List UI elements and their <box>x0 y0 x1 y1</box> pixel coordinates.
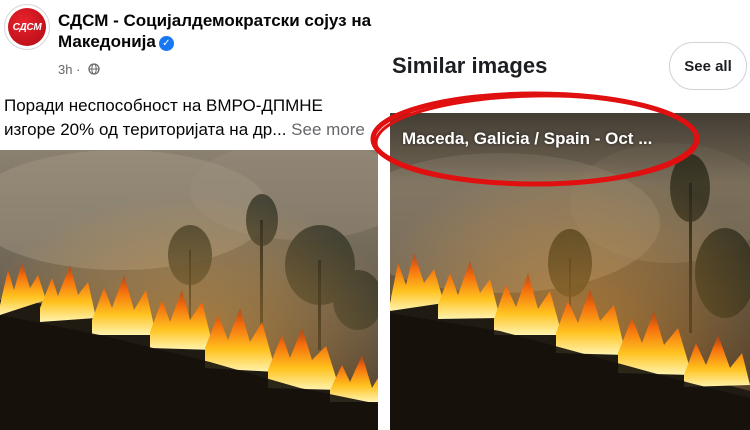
panel-divider <box>378 0 388 430</box>
wildfire-photo <box>0 150 378 430</box>
see-more-link[interactable]: See more <box>291 120 365 139</box>
page-avatar[interactable]: СДСМ <box>4 4 50 50</box>
verified-badge-icon: ✓ <box>158 36 174 51</box>
sdsm-logo: СДСМ <box>8 8 46 46</box>
similar-image-result[interactable] <box>390 113 750 430</box>
post-image-wildfire[interactable] <box>0 150 378 430</box>
similar-images-title: Similar images <box>392 53 548 78</box>
wildfire-photo-similar <box>390 113 750 430</box>
avatar-logo-text: СДСМ <box>12 21 42 33</box>
page-name-text[interactable]: СДСМ - Социјалдемократски сојуз на Макед… <box>58 11 371 51</box>
similar-images-panel: Similar images See all Maceda, Galicia /… <box>388 0 750 430</box>
similar-image-caption[interactable]: Maceda, Galicia / Spain - Oct ... <box>402 129 652 149</box>
post-timestamp[interactable]: 3h · <box>58 62 80 77</box>
globe-icon <box>88 63 100 75</box>
post-text: Поради неспособност на ВМРО-ДПМНЕ изгоре… <box>4 94 376 142</box>
page-name[interactable]: СДСМ - Социјалдемократски сојуз на Макед… <box>58 10 373 52</box>
post-meta: 3h · <box>58 62 100 78</box>
facebook-post: СДСМ СДСМ - Социјалдемократски сојуз на … <box>0 0 378 430</box>
see-all-button[interactable]: See all <box>669 42 747 90</box>
post-body: Поради неспособност на ВМРО-ДПМНЕ изгоре… <box>4 96 323 139</box>
